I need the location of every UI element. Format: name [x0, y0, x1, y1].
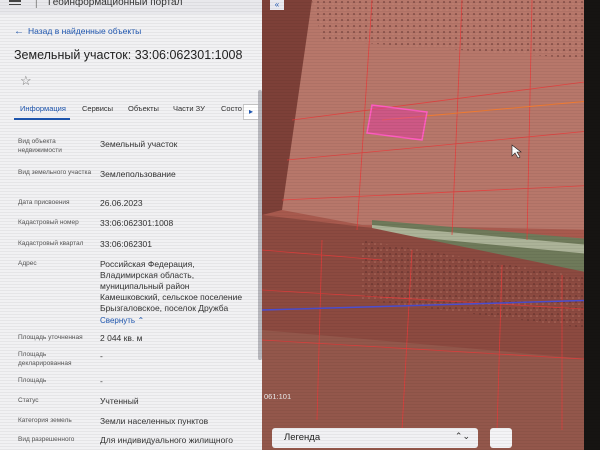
monitor-bezel: [584, 0, 600, 450]
tab-services[interactable]: Сервисы: [82, 104, 113, 113]
value-land-category: Земли населенных пунктов: [100, 416, 209, 426]
value-object-type: Земельный участок: [100, 139, 178, 149]
value-cadastral-number: 33:06:062301:1008: [100, 218, 174, 228]
chevron-updown-icon: ⌃⌄: [454, 431, 470, 441]
map-canvas: [262, 0, 600, 450]
label-area-declared: Площадь декларированная: [18, 351, 72, 367]
screen: | Геоинформационный портал ← Назад в найд…: [0, 0, 600, 450]
collapse-address-link[interactable]: Свернуть ⌃: [100, 315, 144, 326]
value-area-refined: 2 044 кв. м: [100, 333, 143, 343]
label-cadastral-number: Кадастровый номер: [18, 219, 79, 226]
value-assignment-date: 26.06.2023: [100, 198, 143, 208]
active-tab-indicator: [14, 118, 70, 120]
value-permitted-use: Для индивидуального жилищного: [100, 435, 233, 445]
info-panel: | Геоинформационный портал ← Назад в найд…: [0, 0, 262, 450]
menu-icon[interactable]: [9, 0, 21, 8]
tab-bar: Информация Сервисы Объекты Части ЗУ Сост…: [14, 104, 256, 122]
value-address-line-1: Российская Федерация,: [100, 259, 195, 269]
value-status: Учтенный: [100, 396, 139, 406]
tab-objects[interactable]: Объекты: [128, 104, 159, 113]
top-bar: | Геоинформационный портал: [0, 0, 262, 14]
tab-parts[interactable]: Части ЗУ: [173, 104, 205, 113]
collapse-link-label: Свернуть: [100, 316, 136, 325]
chevron-right-icon[interactable]: ▸: [243, 104, 259, 120]
label-cadastral-quarter: Кадастровый квартал: [18, 240, 84, 247]
label-area: Площадь: [18, 377, 47, 384]
value-parcel-type: Землепользование: [100, 169, 176, 179]
value-area-declared: -: [100, 351, 103, 361]
legend-label: Легенда: [284, 432, 321, 443]
separator-icon: |: [35, 0, 38, 9]
chevron-up-icon: ⌃: [137, 316, 145, 325]
page-title: Земельный участок: 33:06:062301:1008: [14, 48, 243, 62]
label-status: Статус: [18, 397, 39, 404]
value-address-line-2: Владимирская область,: [100, 270, 195, 280]
map-view[interactable]: « 061:101 Легенда ⌃⌄: [262, 0, 600, 450]
map-coordinate-label: 061:101: [264, 392, 292, 401]
star-icon[interactable]: ☆: [20, 73, 32, 89]
back-to-results-link[interactable]: ← Назад в найденные объекты: [14, 26, 141, 37]
tab-information[interactable]: Информация: [20, 104, 66, 113]
app-title: Геоинформационный портал: [48, 0, 183, 8]
back-link-label: Назад в найденные объекты: [28, 26, 142, 36]
label-assignment-date: Дата присвоения: [18, 199, 70, 206]
label-parcel-type: Вид земельного участка: [18, 169, 92, 176]
value-area: -: [100, 376, 103, 386]
map-tool-button[interactable]: [490, 428, 512, 448]
value-address-line-4: Камешковский, сельское поселение: [100, 292, 243, 302]
value-address-line-5: Брызгаловское, поселок Дружба: [100, 303, 229, 313]
label-object-type: Вид объекта недвижимости: [18, 138, 62, 154]
collapse-panel-icon[interactable]: «: [270, 0, 284, 10]
tab-status[interactable]: Состо: [221, 104, 242, 113]
label-permitted-use: Вид разрешенного: [18, 436, 75, 443]
label-address: Адрес: [18, 260, 37, 267]
legend-button[interactable]: Легенда ⌃⌄: [272, 428, 478, 448]
label-area-refined: Площадь уточненная: [18, 334, 83, 341]
value-address-line-3: муниципальный район: [100, 281, 190, 291]
value-cadastral-quarter: 33:06:062301: [100, 239, 152, 249]
arrow-left-icon: ←: [14, 26, 24, 37]
label-land-category: Категория земель: [18, 417, 72, 424]
selected-parcel[interactable]: [366, 104, 428, 141]
